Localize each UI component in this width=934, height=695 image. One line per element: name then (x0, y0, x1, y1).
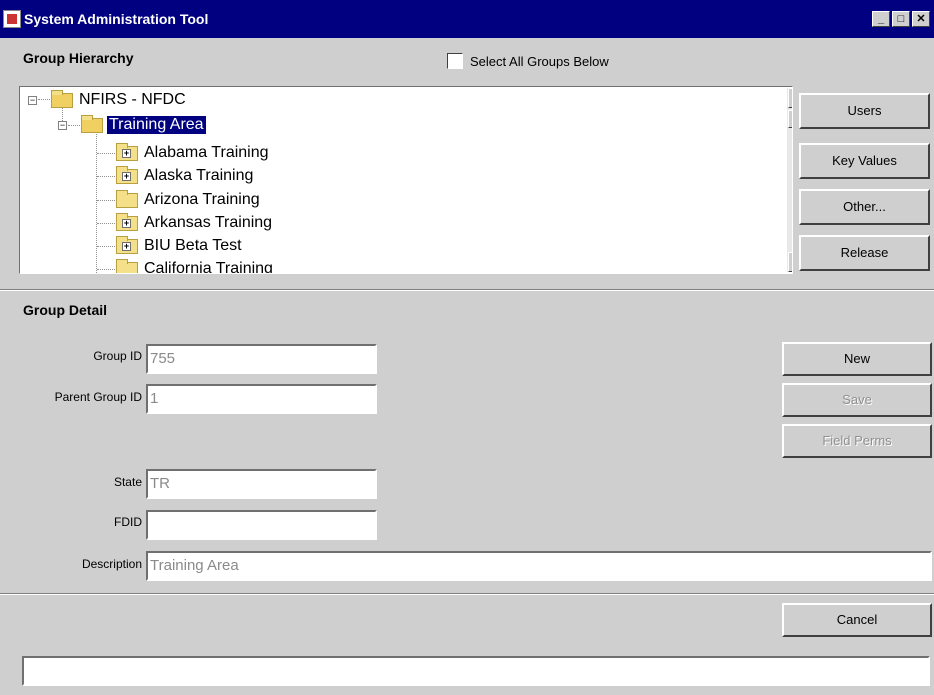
tree-connector (97, 200, 115, 201)
users-button[interactable]: Users (799, 93, 930, 129)
tree-connector (97, 246, 115, 247)
folder-open-icon (51, 89, 73, 108)
tree-node-nfirs-nfdc[interactable]: − NFIRS - NFDC (28, 89, 188, 111)
field-perms-button[interactable]: Field Perms (782, 424, 932, 458)
maximize-button[interactable]: □ (892, 11, 910, 27)
fdid-field[interactable] (146, 510, 377, 540)
fdid-label: FDID (114, 515, 142, 529)
parent-group-id-label: Parent Group ID (54, 390, 142, 404)
folder-icon (116, 189, 138, 208)
folder-expandable-icon[interactable]: + (116, 142, 138, 161)
group-tree[interactable]: − NFIRS - NFDC − Training Area + Alabama… (19, 86, 793, 274)
section-divider (0, 593, 934, 595)
description-field[interactable]: Training Area (146, 551, 932, 581)
state-label: State (113, 475, 142, 489)
tree-node-alabama-training[interactable]: + Alabama Training (116, 142, 271, 164)
description-label: Description (81, 557, 142, 571)
tree-node-label: Alaska Training (144, 167, 254, 184)
state-field[interactable]: TR (146, 469, 377, 499)
tree-node-training-area[interactable]: − Training Area (58, 114, 206, 136)
tree-node-california-training[interactable]: California Training (116, 258, 275, 274)
select-all-groups-checkbox[interactable] (447, 53, 463, 69)
collapse-icon[interactable]: − (58, 120, 67, 130)
tree-node-arizona-training[interactable]: Arizona Training (116, 189, 262, 211)
window-controls: _ □ ✕ (872, 11, 930, 27)
minimize-button[interactable]: _ (872, 11, 890, 27)
tree-connector (97, 223, 115, 224)
tree-connector (97, 269, 115, 270)
folder-expandable-icon[interactable]: + (116, 235, 138, 254)
tree-connector (97, 153, 115, 154)
tree-connector (97, 176, 115, 177)
close-button[interactable]: ✕ (912, 11, 930, 27)
cancel-button[interactable]: Cancel (782, 603, 932, 637)
tree-node-label: Training Area (107, 116, 206, 134)
group-id-field[interactable]: 755 (146, 344, 377, 374)
tree-node-biu-beta-test[interactable]: + BIU Beta Test (116, 235, 244, 257)
scrollbar-thumb[interactable] (788, 110, 792, 128)
window-title: System Administration Tool (24, 11, 209, 27)
folder-icon (116, 258, 138, 273)
save-button[interactable]: Save (782, 383, 932, 417)
group-id-label: Group ID (93, 349, 142, 363)
new-button[interactable]: New (782, 342, 932, 376)
other-button[interactable]: Other... (799, 189, 930, 225)
window-title-bar[interactable]: System Administration Tool _ □ ✕ (0, 0, 934, 38)
scroll-up-arrow-icon[interactable]: ▲ (788, 88, 792, 108)
tree-node-label: California Training (144, 260, 273, 274)
scroll-down-arrow-icon[interactable]: ▼ (788, 252, 792, 272)
select-all-groups-label: Select All Groups Below (470, 53, 609, 69)
tree-node-label: NFIRS - NFDC (79, 91, 186, 108)
tree-node-label: Arkansas Training (144, 214, 273, 231)
status-bar (22, 656, 930, 686)
tree-node-alaska-training[interactable]: + Alaska Training (116, 165, 255, 187)
folder-expandable-icon[interactable]: + (116, 212, 138, 231)
parent-group-id-field[interactable]: 1 (146, 384, 377, 414)
folder-expandable-icon[interactable]: + (116, 165, 138, 184)
tree-node-arkansas-training[interactable]: + Arkansas Training (116, 212, 274, 234)
tree-node-label: BIU Beta Test (144, 237, 242, 254)
section-divider (0, 289, 934, 291)
select-all-groups-option[interactable]: Select All Groups Below (447, 53, 609, 69)
app-icon[interactable] (3, 10, 21, 28)
key-values-button[interactable]: Key Values (799, 143, 930, 179)
tree-scrollbar[interactable]: ▲ ▼ (787, 88, 792, 272)
group-hierarchy-title: Group Hierarchy (23, 50, 134, 66)
folder-open-icon (81, 114, 103, 133)
release-button[interactable]: Release (799, 235, 930, 271)
tree-node-label: Alabama Training (144, 144, 269, 161)
tree-node-label: Arizona Training (144, 191, 260, 208)
group-detail-title: Group Detail (23, 302, 108, 318)
collapse-icon[interactable]: − (28, 95, 37, 105)
